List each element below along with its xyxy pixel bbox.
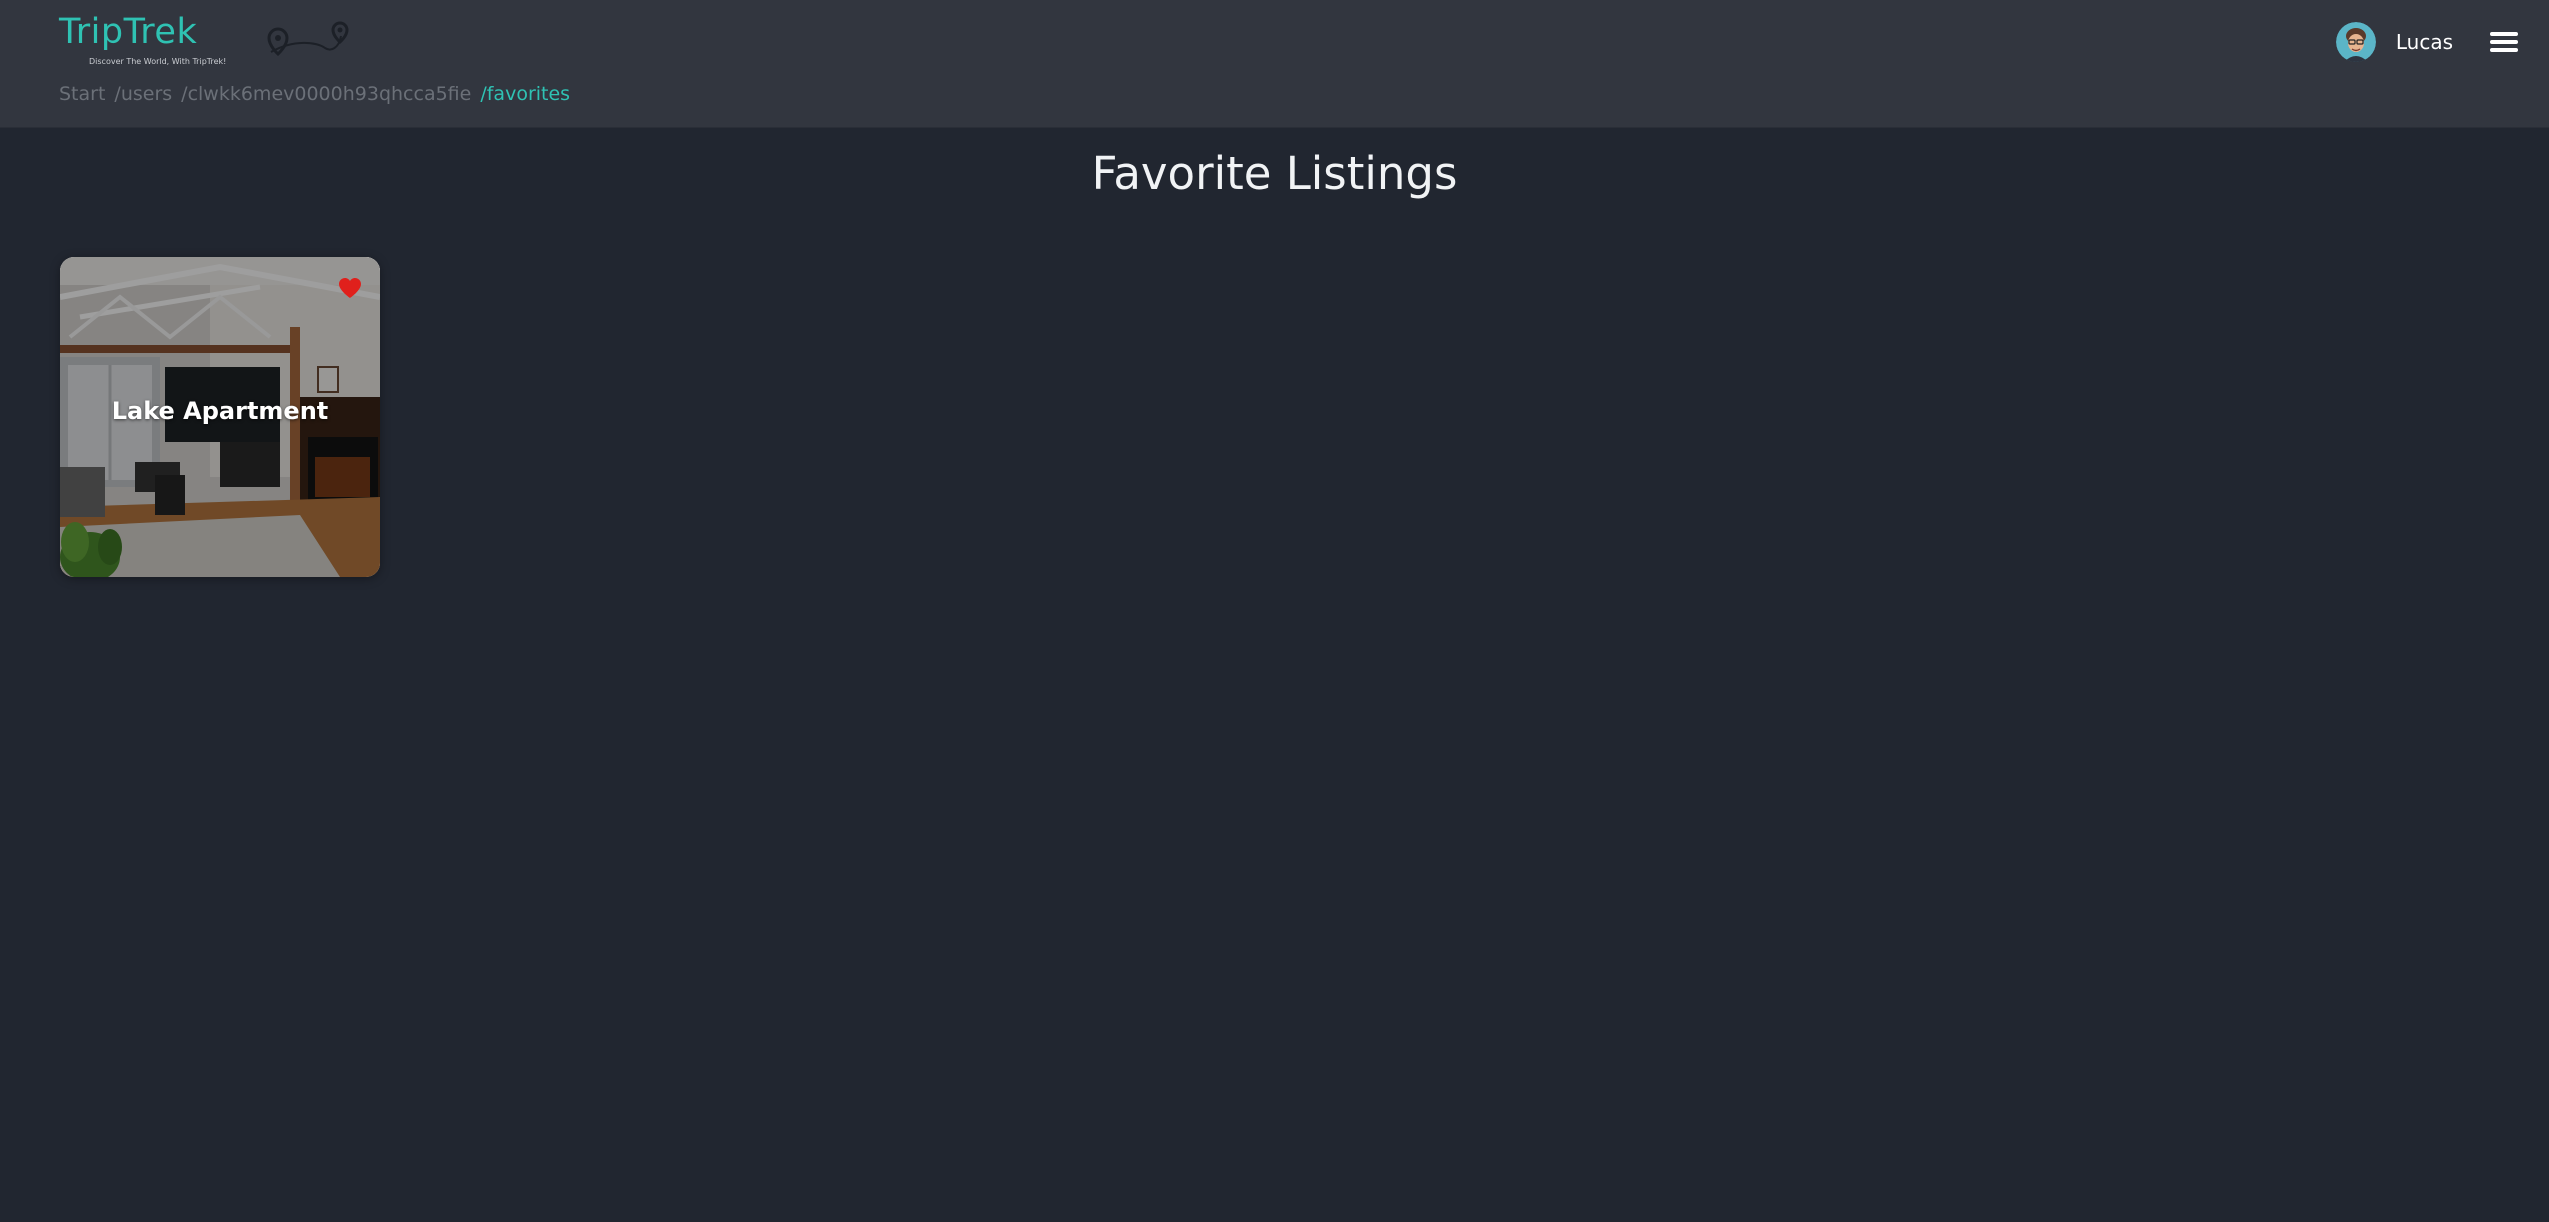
page-title: Favorite Listings bbox=[1091, 147, 1458, 200]
top-navigation-bar: TripTrek Discover The World, With TripTr… bbox=[0, 0, 2549, 128]
map-pin-route-icon bbox=[267, 21, 349, 57]
triptrek-logo[interactable]: TripTrek Discover The World, With TripTr… bbox=[59, 12, 349, 74]
menu-line bbox=[2490, 48, 2518, 52]
breadcrumb-users[interactable]: /users bbox=[114, 83, 172, 105]
avatar[interactable] bbox=[2335, 22, 2376, 62]
menu-line bbox=[2490, 40, 2518, 44]
user-area: Lucas bbox=[2335, 22, 2519, 62]
user-name[interactable]: Lucas bbox=[2396, 30, 2453, 54]
breadcrumb-user-id[interactable]: /clwkk6mev0000h93qhcca5fie bbox=[181, 83, 471, 105]
listing-card[interactable]: Lake Apartment bbox=[60, 257, 380, 577]
logo-title: TripTrek bbox=[59, 12, 198, 52]
breadcrumb: Start /users /clwkk6mev0000h93qhcca5fie … bbox=[59, 82, 579, 106]
menu-line bbox=[2490, 32, 2518, 36]
breadcrumb-favorites[interactable]: /favorites bbox=[480, 83, 570, 105]
breadcrumb-start[interactable]: Start bbox=[59, 83, 105, 105]
hamburger-menu-icon[interactable] bbox=[2489, 29, 2519, 55]
heart-icon[interactable] bbox=[338, 277, 362, 299]
user-avatar-icon bbox=[2335, 22, 2376, 62]
listing-title: Lake Apartment bbox=[111, 397, 329, 425]
